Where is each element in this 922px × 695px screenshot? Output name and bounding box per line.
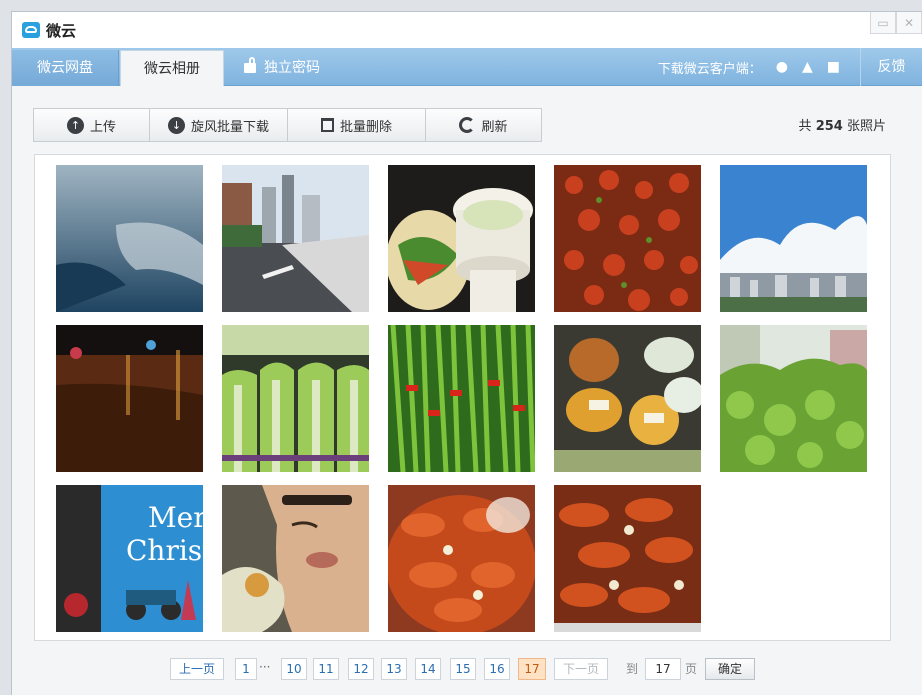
prev-page-button[interactable]: 上一页 [170, 658, 224, 680]
photo-crayfish-dish[interactable] [554, 485, 701, 632]
photo-crayfish-bowl[interactable] [554, 165, 701, 312]
svg-text:Merr: Merr [148, 501, 203, 534]
tab-independent-password[interactable]: 独立密码 [244, 50, 354, 86]
close-icon[interactable]: ✕ [896, 12, 922, 34]
photo-lettuce[interactable] [222, 325, 369, 472]
photo-blue-sky-clouds[interactable] [720, 165, 867, 312]
client-download: 下载微云客户端： ● ▲ ■ [658, 48, 840, 86]
tab-password-label: 独立密码 [264, 60, 320, 76]
title-bar: 微云 ▭ ✕ [12, 12, 922, 48]
page-10[interactable]: 10 [281, 658, 307, 680]
photo-vegetable-stall[interactable] [554, 325, 701, 472]
goto-page-input[interactable] [645, 658, 681, 680]
photo-water-reflection[interactable] [56, 165, 203, 312]
page-15[interactable]: 15 [450, 658, 476, 680]
refresh-icon [459, 117, 476, 133]
windows-icon[interactable]: ■ [827, 59, 840, 75]
page-11[interactable]: 11 [313, 658, 339, 680]
page-16[interactable]: 16 [484, 658, 510, 680]
page-12[interactable]: 12 [348, 658, 374, 680]
weiyun-logo-icon [22, 22, 40, 38]
refresh-label: 刷新 [481, 119, 508, 135]
goto-label: 到 [626, 662, 639, 676]
batch-delete-button[interactable]: 批量删除 [287, 108, 426, 142]
pagination: 上一页 1 ··· 10 11 12 13 14 15 16 17 下一页 到 … [12, 658, 922, 680]
tab-cloud-drive[interactable]: 微云网盘 [12, 50, 119, 86]
minimize-icon[interactable]: ▭ [870, 12, 896, 34]
photo-count-suffix: 张照片 [846, 119, 886, 134]
tab-photo-album[interactable]: 微云相册 [120, 50, 224, 86]
apple-icon[interactable]: ● [776, 59, 788, 75]
nav-bar: 微云网盘 微云相册 独立密码 下载微云客户端： ● ▲ ■ 反馈 [12, 48, 922, 86]
photo-green-shrubs[interactable] [720, 325, 867, 472]
trash-icon [320, 118, 334, 132]
upload-button[interactable]: ↑ 上传 [33, 108, 150, 142]
photo-person-eating[interactable] [222, 485, 369, 632]
photo-noodles-cup[interactable] [388, 165, 535, 312]
app-window: 微云 ▭ ✕ 微云网盘 微云相册 独立密码 下载微云客户端： ● ▲ ■ 反馈 … [11, 11, 922, 695]
toolbar: ↑ 上传 ↓ 旋风批量下载 批量删除 刷新 [33, 108, 542, 142]
page-unit-label: 页 [685, 662, 698, 676]
upload-icon: ↑ [66, 116, 84, 134]
download-icon: ↓ [167, 116, 185, 134]
refresh-button[interactable]: 刷新 [425, 108, 542, 142]
photo-christmas-mural[interactable]: MerrChristn [56, 485, 203, 632]
photo-gallery: MerrChristn [34, 154, 891, 641]
photo-city-street[interactable] [222, 165, 369, 312]
photo-count: 共 254 张照片 [799, 115, 886, 134]
confirm-button[interactable]: 确定 [705, 658, 755, 680]
android-icon[interactable]: ▲ [802, 59, 813, 75]
svg-text:Christn: Christn [126, 534, 203, 567]
window-title: 微云 [46, 21, 77, 40]
client-download-label: 下载微云客户端： [657, 61, 762, 77]
page-1[interactable]: 1 [235, 658, 257, 680]
page-13[interactable]: 13 [381, 658, 407, 680]
lock-icon [244, 57, 256, 73]
photo-green-beans[interactable] [388, 325, 535, 472]
photo-count-prefix: 共 [798, 119, 812, 134]
next-page-button[interactable]: 下一页 [554, 658, 608, 680]
photo-crayfish-plate[interactable] [388, 485, 535, 632]
batch-download-label: 旋风批量下载 [190, 119, 269, 135]
photo-count-number: 254 [815, 119, 843, 134]
page-14[interactable]: 14 [415, 658, 441, 680]
upload-label: 上传 [89, 119, 116, 135]
page-17-current[interactable]: 17 [518, 658, 546, 680]
window-controls: ▭ ✕ [870, 12, 922, 34]
feedback-link[interactable]: 反馈 [860, 48, 922, 86]
photo-night-street[interactable] [56, 325, 203, 472]
batch-download-button[interactable]: ↓ 旋风批量下载 [149, 108, 288, 142]
batch-delete-label: 批量删除 [339, 119, 392, 135]
pager-ellipsis: ··· [259, 660, 271, 674]
